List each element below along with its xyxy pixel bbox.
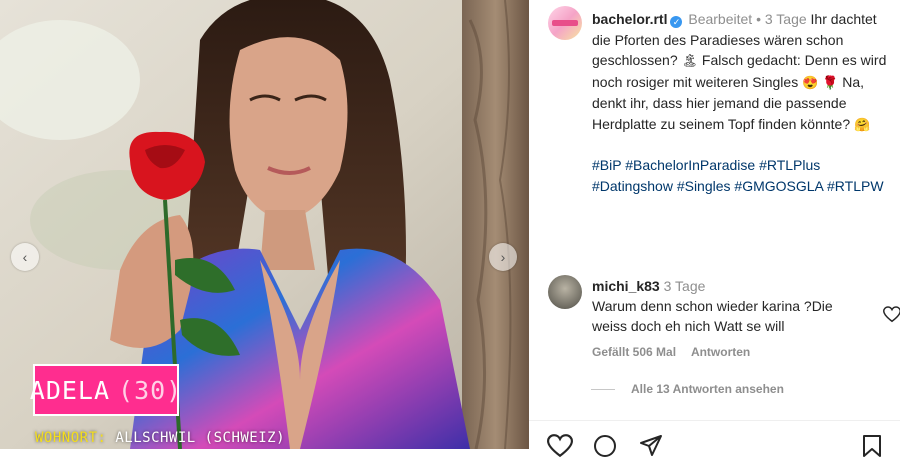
comment-time[interactable]: 3 Tage — [664, 278, 706, 294]
next-image-button[interactable]: › — [489, 243, 517, 271]
rose-emoji: 🌹 — [822, 74, 839, 90]
share-icon[interactable] — [638, 434, 664, 458]
view-replies-button[interactable]: Alle 13 Antworten ansehen — [591, 382, 784, 396]
prev-image-button[interactable]: ‹ — [11, 243, 39, 271]
comment-meta: Gefällt 506 Mal Antworten — [592, 345, 762, 359]
post-image: ‹ › ADELA (30) WOHNORT: ALLSCHWIL (SCHWE… — [0, 0, 529, 449]
like-icon[interactable] — [547, 434, 573, 458]
heart-eyes-emoji: 😍 — [802, 74, 819, 90]
badge-name: ADELA — [29, 375, 111, 405]
comment-text: Warum denn schon wieder karina ?Die weis… — [592, 298, 833, 334]
comment-likes[interactable]: Gefällt 506 Mal — [592, 345, 676, 359]
badge-age: (30) — [118, 375, 183, 405]
edited-label: Bearbeitet — [688, 11, 753, 27]
location-label: WOHNORT: — [35, 430, 107, 446]
comment-body: michi_k83 3 Tage Warum denn schon wieder… — [592, 276, 857, 336]
caption: bachelor.rtl ✓ Bearbeitet • 3 Tage Ihr da… — [592, 9, 892, 196]
hashtags[interactable]: #BiP #BachelorInParadise #RTLPlus #Datin… — [592, 155, 892, 196]
commenter-avatar[interactable] — [548, 275, 582, 309]
actions-divider — [529, 420, 900, 421]
replies-divider — [591, 388, 615, 390]
author-username[interactable]: bachelor.rtl — [592, 11, 667, 27]
post-side-panel: bachelor.rtl ✓ Bearbeitet • 3 Tage Ihr da… — [529, 0, 900, 458]
location-caption: WOHNORT: ALLSCHWIL (SCHWEIZ) — [35, 430, 285, 446]
meta-separator: • — [756, 11, 761, 27]
location-value: ALLSCHWIL (SCHWEIZ) — [115, 430, 286, 446]
action-bar — [547, 434, 887, 458]
reply-button[interactable]: Antworten — [691, 345, 750, 359]
chevron-right-icon: › — [500, 249, 506, 265]
verified-badge-icon: ✓ — [670, 16, 683, 28]
comment-icon[interactable] — [592, 434, 618, 458]
heart-icon[interactable] — [883, 306, 900, 323]
hugging-emoji: 🤗 — [854, 116, 871, 132]
view-replies-label: Alle 13 Antworten ansehen — [631, 382, 784, 396]
palm-island-emoji: 🏝 — [681, 53, 699, 68]
save-icon[interactable] — [861, 434, 883, 458]
post-time[interactable]: 3 Tage — [765, 11, 807, 27]
commenter-username[interactable]: michi_k83 — [592, 278, 660, 294]
chevron-left-icon: ‹ — [22, 249, 28, 265]
author-avatar[interactable] — [548, 6, 582, 40]
name-badge: ADELA (30) — [29, 364, 183, 416]
